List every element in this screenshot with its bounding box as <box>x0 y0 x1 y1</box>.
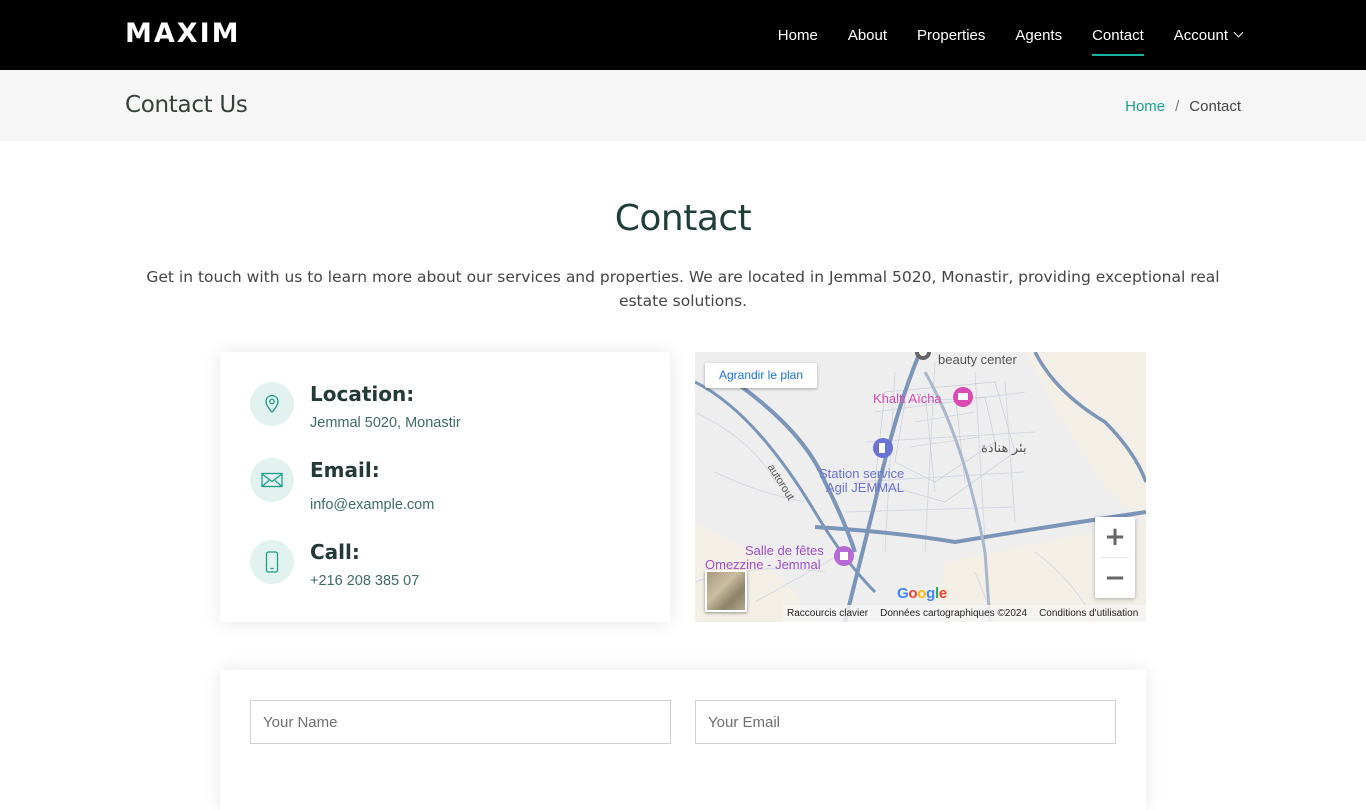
email-label: Email: <box>310 458 380 482</box>
section-title: Contact <box>614 198 752 239</box>
contact-form <box>220 670 1146 810</box>
zoom-out-button[interactable]: − <box>1095 558 1135 598</box>
top-navbar: MAXIM Home About Properties Agents Conta… <box>0 0 1366 70</box>
breadcrumb-separator: / <box>1175 98 1180 115</box>
envelope-icon <box>250 458 294 502</box>
nav-contact[interactable]: Contact <box>1092 0 1144 70</box>
location-value: Jemmal 5020, Monastir <box>310 415 461 431</box>
nav-home[interactable]: Home <box>778 0 818 70</box>
nav-about[interactable]: About <box>848 0 887 70</box>
section-description: Get in touch with us to learn more about… <box>146 268 1220 310</box>
nav-agents[interactable]: Agents <box>1015 0 1062 70</box>
call-label: Call: <box>310 540 360 564</box>
call-value[interactable]: +216 208 385 07 <box>310 573 419 589</box>
main-nav: Home About Properties Agents Contact Acc… <box>748 0 1244 70</box>
map-attribution: Raccourcis clavier Données cartographiqu… <box>783 605 1146 622</box>
site-logo[interactable]: MAXIM <box>125 18 241 49</box>
map-label-salle-1[interactable]: Salle de fêtes <box>745 543 824 558</box>
map-label-arabic: بئر هنادة <box>981 440 1027 455</box>
google-map[interactable]: Agrandir le plan beauty center Khalti Aï… <box>695 352 1146 622</box>
keyboard-shortcuts-link[interactable]: Raccourcis clavier <box>787 608 868 619</box>
map-zoom-controls: + − <box>1095 517 1135 598</box>
page-title-bar: Contact Us Home / Contact <box>0 70 1366 141</box>
enlarge-map-button[interactable]: Agrandir le plan <box>705 363 817 388</box>
location-label: Location: <box>310 382 415 406</box>
email-value[interactable]: info@example.com <box>310 497 434 513</box>
chevron-down-icon <box>1233 27 1244 38</box>
nav-properties[interactable]: Properties <box>917 0 985 70</box>
map-label-station-1[interactable]: Station service <box>819 466 904 481</box>
location-pin-icon <box>250 382 294 426</box>
satellite-toggle-thumbnail[interactable] <box>705 570 747 612</box>
map-data-credit: Données cartographiques ©2024 <box>880 608 1028 619</box>
breadcrumb: Home / Contact <box>1125 98 1241 115</box>
nav-account[interactable]: Account <box>1173 0 1244 70</box>
email-input[interactable] <box>695 700 1116 744</box>
page-title: Contact Us <box>125 92 248 118</box>
map-label-beauty: beauty center <box>938 352 1017 367</box>
contact-info-card: Location: Jemmal 5020, Monastir Email: i… <box>220 352 670 622</box>
terms-link[interactable]: Conditions d'utilisation <box>1039 608 1138 619</box>
breadcrumb-current: Contact <box>1189 98 1241 115</box>
nav-account-label: Account <box>1173 27 1228 44</box>
name-input[interactable] <box>250 700 671 744</box>
phone-icon <box>250 540 294 584</box>
map-label-station-2[interactable]: Agil JEMMAL <box>826 480 904 495</box>
google-logo: Google <box>897 585 947 602</box>
map-label-khalti[interactable]: Khalti Aïcha <box>873 391 942 406</box>
zoom-in-button[interactable]: + <box>1095 517 1135 557</box>
breadcrumb-home-link[interactable]: Home <box>1125 98 1165 115</box>
